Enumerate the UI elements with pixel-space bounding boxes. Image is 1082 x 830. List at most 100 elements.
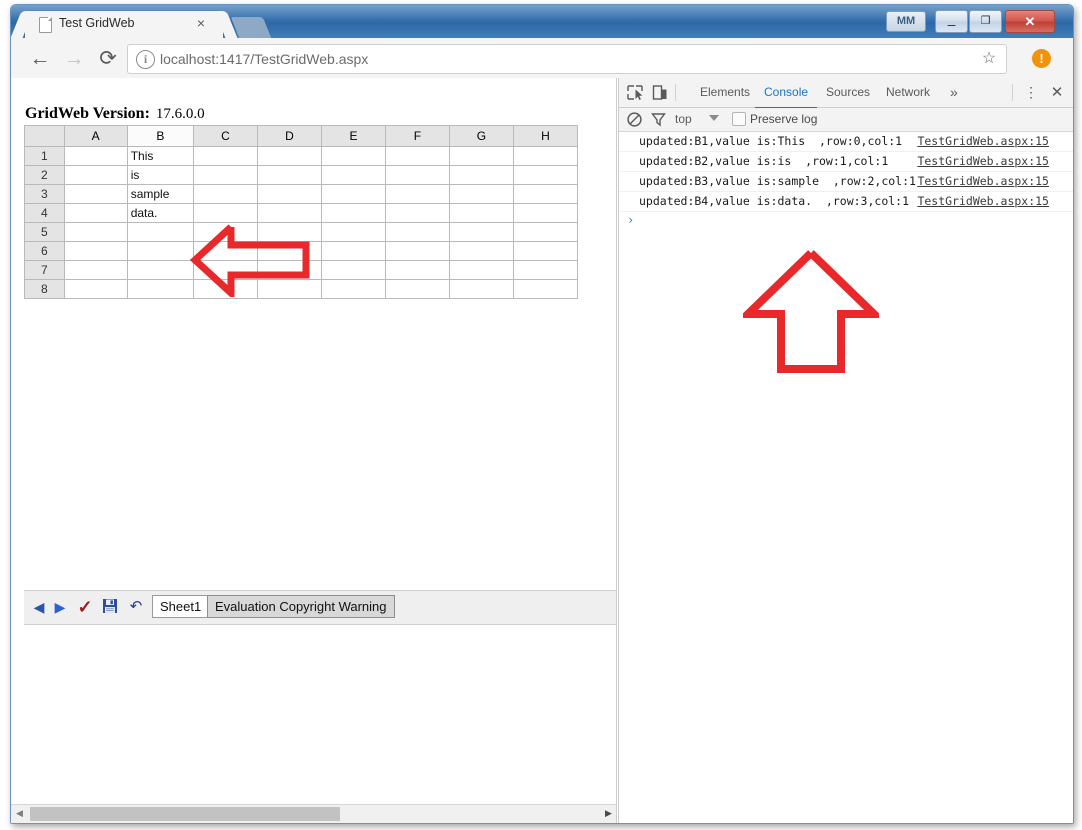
grid-cell-e1[interactable] (320, 146, 386, 166)
grid-cell-g6[interactable] (448, 241, 514, 261)
save-icon[interactable] (102, 598, 118, 616)
grid-cell-f7[interactable] (384, 260, 450, 280)
clear-console-icon[interactable] (626, 111, 643, 128)
grid-cell-h1[interactable] (512, 146, 579, 166)
inspect-element-icon[interactable] (625, 83, 645, 102)
sheet-tab-sheet1[interactable]: Sheet1 (152, 595, 210, 618)
grid-cell-a5[interactable] (63, 222, 128, 242)
more-tabs-chevron-icon[interactable]: » (941, 78, 967, 107)
grid-column-header-g[interactable]: G (448, 125, 514, 147)
scroll-left-arrow-icon[interactable]: ◀ (11, 805, 28, 823)
console-context-selector[interactable]: top (675, 111, 692, 128)
grid-row-header-3[interactable]: 3 (24, 184, 65, 204)
grid-cell-f1[interactable] (384, 146, 450, 166)
maximize-button[interactable]: ❐ (969, 10, 1002, 33)
grid-cell-h8[interactable] (512, 279, 579, 299)
grid-cell-g4[interactable] (448, 203, 514, 223)
grid-cell-h4[interactable] (512, 203, 579, 223)
toggle-device-toolbar-icon[interactable] (650, 83, 670, 102)
sheet-prev-icon[interactable]: ◀ (32, 598, 46, 616)
grid-cell-h7[interactable] (512, 260, 579, 280)
page-horizontal-scrollbar[interactable]: ◀ ▶ (11, 804, 617, 823)
info-icon[interactable]: i (136, 50, 155, 69)
grid-cell-d2[interactable] (256, 165, 322, 185)
console-output[interactable]: updated:B1,value is:This ,row:0,col:1 Tes… (619, 132, 1073, 823)
grid-row-header-7[interactable]: 7 (24, 260, 65, 280)
grid-cell-g5[interactable] (448, 222, 514, 242)
evaluation-copyright-warning[interactable]: Evaluation Copyright Warning (207, 595, 395, 618)
grid-cell-e8[interactable] (320, 279, 386, 299)
grid-column-header-c[interactable]: C (192, 125, 258, 147)
grid-column-header-d[interactable]: D (256, 125, 322, 147)
grid-cell-e2[interactable] (320, 165, 386, 185)
undo-icon[interactable]: ↶ (128, 598, 144, 616)
grid-cell-g1[interactable] (448, 146, 514, 166)
bookmark-star-icon[interactable]: ☆ (980, 50, 998, 68)
grid-cell-d4[interactable] (256, 203, 322, 223)
grid-cell-a1[interactable] (63, 146, 128, 166)
back-button[interactable]: ← (27, 46, 53, 72)
grid-cell-g3[interactable] (448, 184, 514, 204)
grid-row-header-2[interactable]: 2 (24, 165, 65, 185)
sheet-next-icon[interactable]: ▶ (53, 598, 67, 616)
preserve-log-checkbox[interactable] (732, 112, 746, 126)
grid-cell-a3[interactable] (63, 184, 128, 204)
grid-cell-e5[interactable] (320, 222, 386, 242)
grid-row-header-1[interactable]: 1 (24, 146, 65, 166)
grid-column-header-f[interactable]: F (384, 125, 450, 147)
grid-cell-d3[interactable] (256, 184, 322, 204)
grid-cell-b3[interactable]: sample (126, 184, 194, 204)
grid-cell-b6[interactable] (126, 241, 194, 261)
tab-network[interactable]: Network (877, 78, 939, 107)
grid-cell-f5[interactable] (384, 222, 450, 242)
forward-button[interactable]: → (61, 46, 87, 72)
grid-cell-a6[interactable] (63, 241, 128, 261)
scrollbar-thumb[interactable] (30, 807, 340, 821)
close-window-button[interactable]: ✕ (1005, 10, 1055, 33)
tab-close-icon[interactable]: × (193, 15, 209, 31)
console-prompt-row[interactable]: › (619, 212, 1073, 231)
devtools-splitter[interactable] (616, 78, 617, 823)
confirm-check-icon[interactable]: ✓ (76, 598, 94, 616)
grid-cell-c2[interactable] (192, 165, 258, 185)
grid-cell-g8[interactable] (448, 279, 514, 299)
console-source-link[interactable]: TestGridWeb.aspx:15 (917, 194, 1049, 208)
console-source-link[interactable]: TestGridWeb.aspx:15 (917, 134, 1049, 148)
grid-cell-a7[interactable] (63, 260, 128, 280)
grid-cell-b2[interactable]: is (126, 165, 194, 185)
minimize-button[interactable]: – (935, 10, 968, 33)
grid-column-header-a[interactable]: A (63, 125, 128, 147)
grid-cell-g2[interactable] (448, 165, 514, 185)
grid-row-header-4[interactable]: 4 (24, 203, 65, 223)
grid-cell-h2[interactable] (512, 165, 579, 185)
grid-cell-c3[interactable] (192, 184, 258, 204)
grid-cell-a2[interactable] (63, 165, 128, 185)
grid-cell-a8[interactable] (63, 279, 128, 299)
grid-column-header-b[interactable]: B (126, 125, 194, 147)
grid-cell-e7[interactable] (320, 260, 386, 280)
grid-cell-f8[interactable] (384, 279, 450, 299)
profile-button[interactable]: MM (886, 11, 926, 32)
grid-column-header-e[interactable]: E (320, 125, 386, 147)
chevron-down-icon[interactable] (709, 115, 719, 121)
grid-corner-header[interactable] (24, 125, 65, 147)
grid-cell-e6[interactable] (320, 241, 386, 261)
grid-column-header-h[interactable]: H (512, 125, 579, 147)
grid-cell-f2[interactable] (384, 165, 450, 185)
browser-tab-test-gridweb[interactable]: Test GridWeb × (25, 11, 223, 38)
grid-cell-b4[interactable]: data. (126, 203, 194, 223)
grid-cell-c1[interactable] (192, 146, 258, 166)
grid-cell-f3[interactable] (384, 184, 450, 204)
tab-console[interactable]: Console (755, 78, 818, 109)
preserve-log-label[interactable]: Preserve log (750, 111, 817, 128)
scroll-right-arrow-icon[interactable]: ▶ (600, 805, 617, 823)
grid-cell-c4[interactable] (192, 203, 258, 223)
grid-cell-d1[interactable] (256, 146, 322, 166)
devtools-close-icon[interactable]: ✕ (1047, 82, 1067, 103)
console-source-link[interactable]: TestGridWeb.aspx:15 (917, 154, 1049, 168)
new-tab-button[interactable] (230, 17, 272, 38)
grid-cell-e3[interactable] (320, 184, 386, 204)
tab-sources[interactable]: Sources (817, 78, 879, 107)
grid-cell-b7[interactable] (126, 260, 194, 280)
grid-row-header-8[interactable]: 8 (24, 279, 65, 299)
